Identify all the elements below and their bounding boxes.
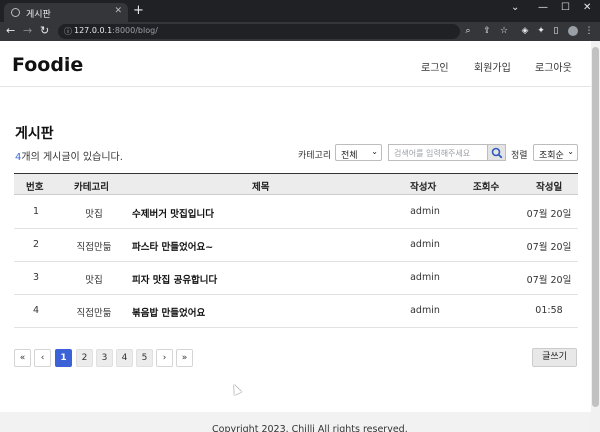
reload-icon[interactable]: ↻ <box>40 24 49 37</box>
browser-tabstrip: 게시판 ✕ + ⌄ — ☐ ✕ <box>0 0 600 22</box>
table-header: 번호 카테고리 제목 작성자 조회수 작성일 <box>14 173 578 195</box>
row-number: 1 <box>32 206 40 217</box>
row-number: 4 <box>32 305 40 316</box>
write-post-button[interactable]: 글쓰기 <box>532 348 577 367</box>
tab-close-icon[interactable]: ✕ <box>114 6 122 16</box>
side-panel-icon[interactable]: ▯ <box>551 26 561 36</box>
col-header-category: 카테고리 <box>74 182 109 193</box>
footer-copyright: Copyright 2023. Chilli All rights reserv… <box>212 424 408 432</box>
row-author: admin <box>410 305 440 316</box>
sort-select[interactable]: 조회순 ⌄ <box>533 144 578 161</box>
row-category: 맛집 <box>85 275 103 286</box>
sort-select-value: 조회순 <box>539 151 564 161</box>
site-logo[interactable]: Foodie <box>12 54 83 76</box>
row-date: 07월 20일 <box>526 209 572 220</box>
category-select-value: 전체 <box>341 151 358 161</box>
row-author: admin <box>410 206 440 217</box>
row-category: 직접만듦 <box>76 242 112 253</box>
category-select[interactable]: 전체 ⌄ <box>335 144 382 161</box>
maximize-button[interactable]: ☐ <box>561 2 570 13</box>
new-tab-button[interactable]: + <box>133 3 144 18</box>
profile-avatar[interactable] <box>568 26 578 36</box>
nav-signup-link[interactable]: 회원가입 <box>474 59 511 74</box>
close-window-button[interactable]: ✕ <box>583 2 591 13</box>
share-icon[interactable]: ⇪ <box>482 26 492 36</box>
back-icon[interactable]: ← <box>6 24 15 37</box>
page-button-3[interactable]: 3 <box>96 349 113 367</box>
table-row[interactable]: 2 직접만듦 파스타 만들었어요~ admin 07월 20일 <box>14 229 578 262</box>
post-count-suffix: 개의 게시글이 있습니다. <box>21 152 123 163</box>
table-row[interactable]: 4 직접만듦 볶음밥 만들었어요 admin 01:58 <box>14 295 578 328</box>
minimize-button[interactable]: — <box>538 2 548 13</box>
next-page-button[interactable]: › <box>156 349 173 367</box>
page-scrollbar[interactable] <box>591 41 600 432</box>
first-page-button[interactable]: « <box>14 349 31 367</box>
row-number: 3 <box>32 272 40 283</box>
page-content: Foodie 로그인 회원가입 로그아웃 게시판 4개의 게시글이 있습니다. … <box>0 41 591 432</box>
col-header-title: 제목 <box>252 182 270 193</box>
row-category: 직접만듦 <box>76 308 112 319</box>
row-title-link[interactable]: 수제버거 맛집입니다 <box>132 206 214 220</box>
browser-toolbar: ← → ↻ ⓘ 127.0.0.1:8000/blog/ ⌕ ⇪ ☆ ◈ ✦ ▯… <box>0 22 600 41</box>
row-title-link[interactable]: 파스타 만들었어요~ <box>132 239 213 253</box>
sort-label: 정렬 <box>511 151 528 161</box>
extension-icon[interactable]: ◈ <box>520 26 530 36</box>
page-button-1[interactable]: 1 <box>55 349 72 367</box>
row-date: 01:58 <box>535 305 563 316</box>
row-author: admin <box>410 239 440 250</box>
menu-dots-icon[interactable]: ⋮ <box>584 26 594 36</box>
post-count: 4개의 게시글이 있습니다. <box>15 148 123 163</box>
page-title: 게시판 <box>15 126 54 142</box>
page-button-5[interactable]: 5 <box>136 349 153 367</box>
chevron-down-icon: ⌄ <box>567 147 574 156</box>
tab-title: 게시판 <box>26 10 51 20</box>
col-header-date: 작성일 <box>536 182 563 193</box>
nav-logout-link[interactable]: 로그아웃 <box>535 59 572 74</box>
col-header-views: 조회수 <box>473 182 500 193</box>
forward-icon[interactable]: → <box>23 24 32 37</box>
globe-icon <box>11 8 20 17</box>
row-date: 07월 20일 <box>526 275 572 286</box>
info-icon[interactable]: ⓘ <box>64 26 72 37</box>
table-row[interactable]: 3 맛집 피자 맛집 공유합니다 admin 07월 20일 <box>14 262 578 295</box>
url-path: :8000/blog/ <box>112 26 158 35</box>
table-row[interactable]: 1 맛집 수제버거 맛집입니다 admin 07월 20일 <box>14 196 578 229</box>
prev-page-button[interactable]: ‹ <box>34 349 51 367</box>
page-button-2[interactable]: 2 <box>76 349 93 367</box>
footer: Copyright 2023. Chilli All rights reserv… <box>0 412 591 432</box>
browser-tab[interactable]: 게시판 ✕ <box>4 3 128 22</box>
search-icon <box>491 147 503 159</box>
search-button[interactable] <box>487 144 506 161</box>
row-number: 2 <box>32 239 40 250</box>
col-header-number: 번호 <box>26 182 44 193</box>
chevron-down-icon: ⌄ <box>371 147 378 156</box>
mouse-cursor-icon <box>230 382 242 396</box>
url-host: 127.0.0.1 <box>74 26 113 35</box>
row-author: admin <box>410 272 440 283</box>
category-label: 카테고리 <box>298 151 332 161</box>
page-button-4[interactable]: 4 <box>116 349 133 367</box>
scrollbar-thumb[interactable] <box>592 47 599 407</box>
address-bar[interactable]: ⓘ 127.0.0.1:8000/blog/ ⌕ ⇪ ☆ <box>58 24 508 39</box>
puzzle-icon[interactable]: ✦ <box>536 26 546 36</box>
nav-login-link[interactable]: 로그인 <box>421 59 449 74</box>
col-header-author: 작성자 <box>410 182 437 193</box>
zoom-icon[interactable]: ⌕ <box>463 26 473 36</box>
row-title-link[interactable]: 볶음밥 만들었어요 <box>132 305 205 319</box>
row-date: 07월 20일 <box>526 242 572 253</box>
row-category: 맛집 <box>85 209 103 220</box>
tab-search-icon[interactable]: ⌄ <box>511 2 519 13</box>
bookmark-star-icon[interactable]: ☆ <box>499 26 509 36</box>
header-divider <box>0 86 591 87</box>
last-page-button[interactable]: » <box>176 349 193 367</box>
row-title-link[interactable]: 피자 맛집 공유합니다 <box>132 272 217 286</box>
search-input[interactable]: 검색어를 입력해주세요 <box>388 144 487 161</box>
